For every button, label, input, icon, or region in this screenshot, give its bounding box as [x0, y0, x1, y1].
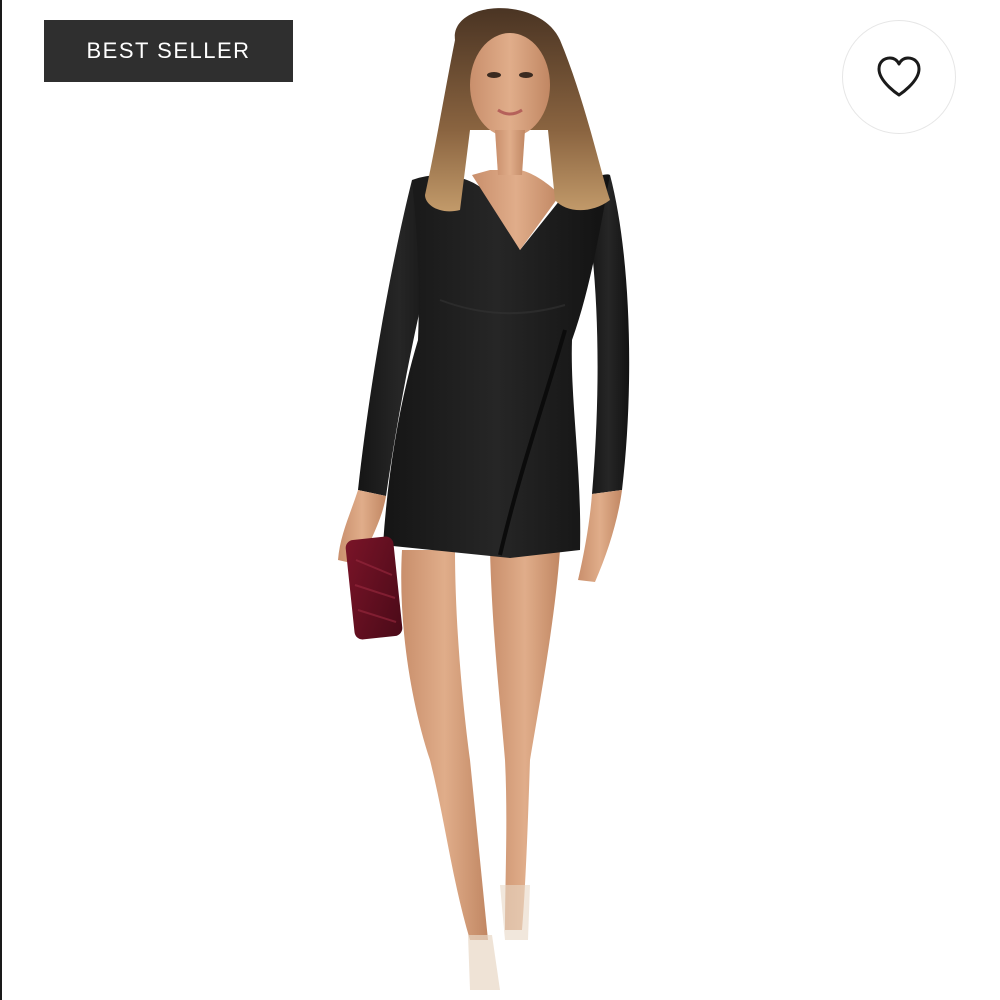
badge-label: BEST SELLER: [86, 38, 251, 63]
velvet-clutch: [345, 536, 403, 640]
product-photo[interactable]: [0, 0, 1000, 1000]
wishlist-button[interactable]: [842, 20, 956, 134]
black-wrap-dress: [383, 174, 610, 559]
heart-outline-icon: [877, 56, 921, 97]
best-seller-badge: BEST SELLER: [44, 20, 293, 82]
image-border: [0, 0, 2, 1000]
legs: [401, 550, 560, 990]
product-card[interactable]: BEST SELLER: [0, 0, 1000, 1000]
